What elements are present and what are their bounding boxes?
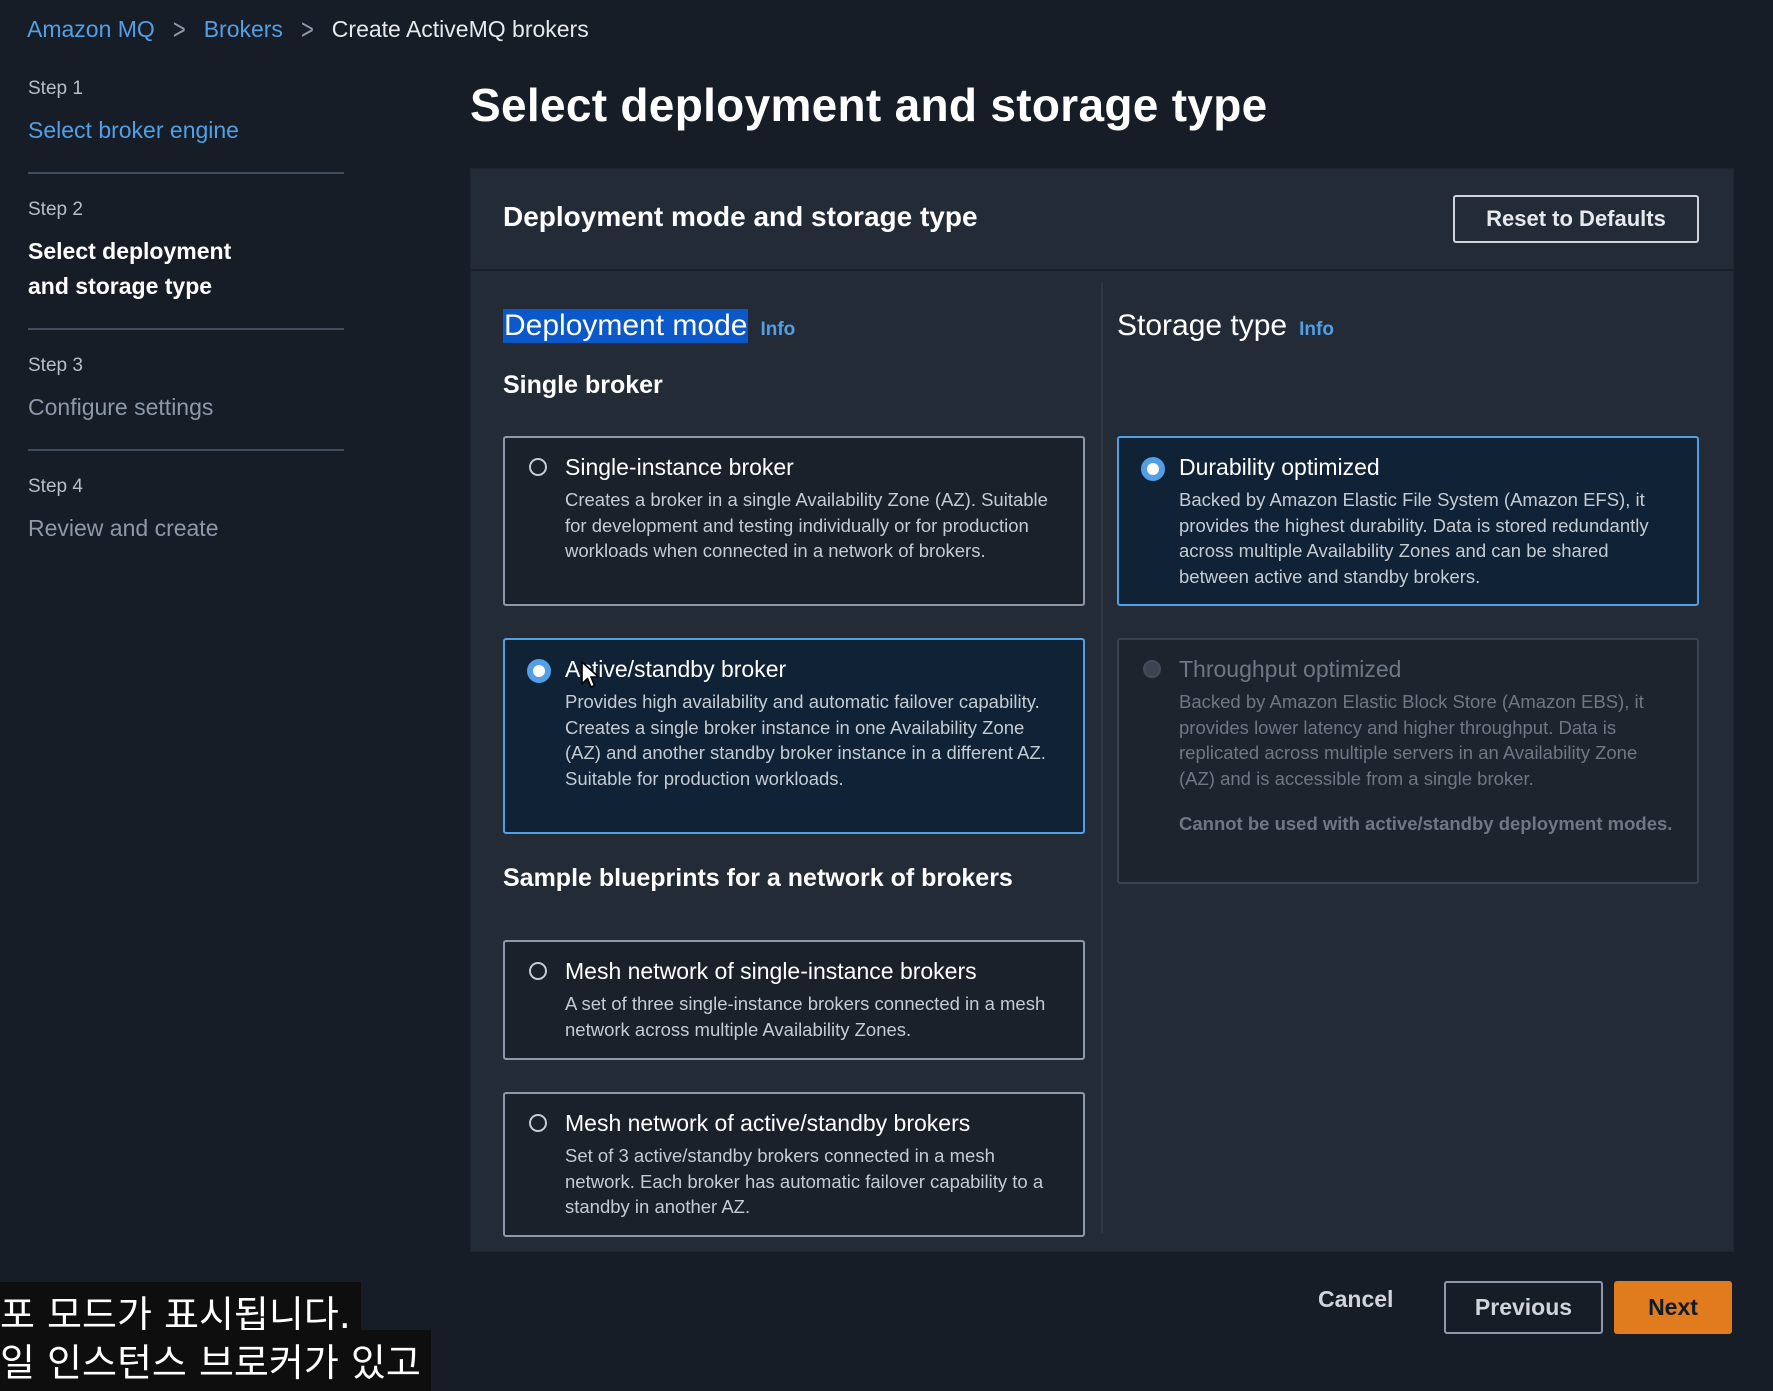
tile-title: Throughput optimized — [1179, 656, 1402, 682]
radio-button[interactable] — [529, 962, 547, 980]
breadcrumb-current: Create ActiveMQ brokers — [331, 16, 589, 42]
breadcrumb-link-brokers[interactable]: Brokers — [204, 16, 283, 43]
tile-title: Mesh network of single-instance brokers — [565, 958, 977, 984]
tile-description: Creates a broker in a single Availabilit… — [565, 489, 1048, 561]
radio-button[interactable] — [529, 1114, 547, 1132]
container-header: Deployment mode and storage type Reset t… — [471, 169, 1733, 271]
deployment-info-link[interactable]: Info — [760, 319, 795, 341]
step-number: Step 1 — [28, 78, 83, 99]
tile-title: Mesh network of active/standby brokers — [565, 1110, 971, 1136]
page-title: Select deployment and storage type — [470, 79, 1268, 131]
step-number: Step 3 — [28, 355, 83, 376]
option-throughput-optimized: Throughput optimized Backed by Amazon El… — [1117, 638, 1699, 884]
deployment-mode-label: Deployment mode — [503, 309, 749, 343]
chevron-right-icon: > — [300, 12, 314, 46]
step-title-review-and-create: Review and create — [28, 515, 219, 541]
column-divider — [1101, 283, 1103, 1233]
breadcrumb-link-amazon-mq[interactable]: Amazon MQ — [27, 16, 155, 43]
tile-description: Backed by Amazon Elastic File System (Am… — [1179, 489, 1649, 587]
deployment-mode-section: Deployment mode Info Single broker Singl… — [503, 309, 1085, 1237]
option-mesh-single-instance[interactable]: Mesh network of single-instance brokers … — [503, 940, 1085, 1060]
step-link-select-broker-engine[interactable]: Select broker engine — [28, 117, 239, 143]
option-durability-optimized[interactable]: Durability optimized Backed by Amazon El… — [1117, 436, 1699, 606]
radio-button[interactable] — [529, 458, 547, 476]
step-title-configure-settings: Configure settings — [28, 394, 214, 420]
option-mesh-active-standby[interactable]: Mesh network of active/standby brokers S… — [503, 1092, 1085, 1237]
blueprints-heading: Sample blueprints for a network of broke… — [503, 864, 1013, 892]
step-number: Step 2 — [28, 199, 83, 220]
deployment-storage-container: Deployment mode and storage type Reset t… — [470, 168, 1734, 1252]
step-title-current: Select deployment and storage type — [28, 238, 232, 299]
radio-button-selected[interactable] — [1141, 457, 1165, 481]
step-number: Step 4 — [28, 476, 83, 497]
tile-title: Durability optimized — [1179, 454, 1380, 480]
radio-button-disabled — [1143, 660, 1161, 678]
radio-button-selected[interactable] — [527, 659, 551, 683]
tile-disabled-note: Cannot be used with active/standby deplo… — [1179, 813, 1673, 834]
tile-description: Set of 3 active/standby brokers connecte… — [565, 1145, 1044, 1217]
mouse-cursor-icon — [581, 661, 600, 688]
cancel-button[interactable]: Cancel — [1318, 1286, 1393, 1313]
breadcrumb: Amazon MQ > Brokers > Create ActiveMQ br… — [27, 13, 589, 46]
next-button[interactable]: Next — [1614, 1281, 1732, 1334]
container-title: Deployment mode and storage type — [503, 201, 978, 232]
deployment-mode-header: Deployment mode Info — [503, 309, 1085, 349]
chevron-right-icon: > — [172, 12, 186, 46]
option-single-instance-broker[interactable]: Single-instance broker Creates a broker … — [503, 436, 1085, 606]
tile-description: Backed by Amazon Elastic Block Store (Am… — [1179, 691, 1644, 789]
wizard-steps: Step 1 Select broker engine Step 2 Selec… — [28, 78, 344, 595]
previous-button[interactable]: Previous — [1444, 1281, 1603, 1334]
tile-title: Active/standby broker — [565, 656, 787, 682]
wizard-step-3: Step 3 Configure settings — [28, 355, 344, 451]
wizard-step-2: Step 2 Select deployment and storage typ… — [28, 199, 344, 330]
tile-description: A set of three single-instance brokers c… — [565, 993, 1046, 1040]
storage-info-link[interactable]: Info — [1299, 319, 1334, 341]
tile-title: Single-instance broker — [565, 454, 794, 480]
storage-type-header: Storage type Info — [1117, 309, 1699, 349]
reset-to-defaults-button[interactable]: Reset to Defaults — [1453, 195, 1699, 243]
wizard-step-1: Step 1 Select broker engine — [28, 78, 344, 174]
tile-description: Provides high availability and automatic… — [565, 691, 1046, 789]
storage-type-label: Storage type — [1117, 309, 1288, 342]
wizard-step-4: Step 4 Review and create — [28, 476, 344, 570]
storage-type-section: Storage type Info Durability optimized B… — [1117, 309, 1699, 884]
single-broker-heading: Single broker — [503, 371, 663, 399]
